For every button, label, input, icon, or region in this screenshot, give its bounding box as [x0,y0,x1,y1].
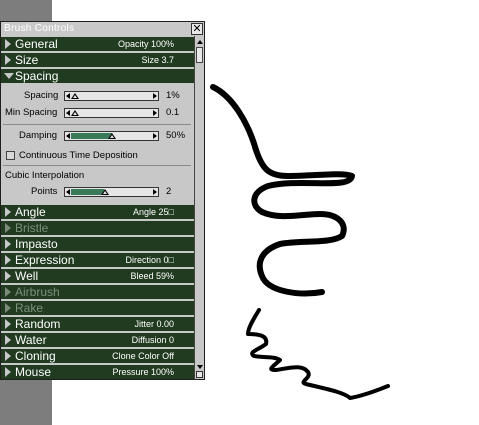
panel-title: Brush Controls [4,23,75,34]
slider-left-arrow-icon[interactable] [66,93,70,99]
section-mouse[interactable]: Mouse Pressure 100% [1,364,194,379]
section-value: Jitter 0.00 [134,319,174,329]
collapsed-arrow-icon [5,287,11,297]
points-slider[interactable] [64,187,159,197]
section-label: Angle [15,205,46,219]
brush-stroke-2 [246,308,390,400]
section-label: Cloning [15,349,56,363]
section-label: Impasto [15,237,58,251]
damping-value: 50% [166,130,186,141]
section-value: Angle 25□ [133,207,174,217]
section-label: Bristle [15,221,49,235]
section-size[interactable]: Size Size 3.7 [1,52,194,67]
slider-thumb-icon[interactable] [71,93,79,99]
slider-fill [71,133,112,139]
section-angle[interactable]: Angle Angle 25□ [1,204,194,219]
section-airbrush: Airbrush [1,284,194,299]
slider-left-arrow-icon[interactable] [66,110,70,116]
collapsed-arrow-icon [5,335,11,345]
brush-stroke-1 [210,84,355,297]
section-well[interactable]: Well Bleed 59% [1,268,194,283]
damping-label: Damping [19,130,58,141]
expanded-arrow-icon [4,73,14,79]
collapsed-arrow-icon [5,351,11,361]
collapsed-arrow-icon [5,207,11,217]
brush-controls-panel: Brush Controls ✕ General Opacity 100% Si… [0,21,205,380]
slider-right-arrow-icon[interactable] [153,189,157,195]
section-value: Opacity 100% [117,39,174,49]
min-spacing-label: Min Spacing [5,107,58,118]
spacing-label: Spacing [24,90,59,101]
divider [3,165,191,166]
scroll-thumb[interactable] [196,47,203,63]
section-value: Bleed 59% [130,271,174,281]
section-label: Rake [15,301,44,315]
scroll-up-arrow-icon[interactable] [197,40,203,44]
collapsed-arrow-icon [5,367,11,377]
section-value: Diffusion 0 [131,335,174,345]
spacing-slider[interactable] [64,91,159,101]
section-value: Clone Color Off [112,351,174,361]
section-label: Water [15,333,47,347]
min-spacing-slider[interactable] [64,108,159,118]
min-spacing-value: 0.1 [166,107,180,118]
collapsed-arrow-icon [5,55,11,65]
slider-right-arrow-icon[interactable] [153,93,157,99]
slider-left-arrow-icon[interactable] [66,189,70,195]
section-general[interactable]: General Opacity 100% [1,36,194,51]
panel-titlebar[interactable]: Brush Controls ✕ [1,22,204,36]
resize-handle[interactable] [196,371,203,378]
continuous-time-deposition-label: Continuous Time Deposition [19,150,138,161]
slider-thumb-icon[interactable] [108,133,116,139]
collapsed-arrow-icon [5,39,11,49]
section-value: Pressure 100% [112,367,174,377]
section-label: Random [15,317,61,331]
scroll-down-arrow-icon[interactable] [197,365,203,369]
section-water[interactable]: Water Diffusion 0 [1,332,194,347]
slider-thumb-icon[interactable] [71,110,79,116]
collapsed-arrow-icon [5,303,11,313]
points-value: 2 [166,186,172,197]
close-button[interactable]: ✕ [191,23,203,35]
section-label: Mouse [15,365,52,379]
section-label: Spacing [15,69,59,83]
slider-left-arrow-icon[interactable] [66,133,70,139]
slider-fill [71,189,104,195]
section-impasto[interactable]: Impasto [1,236,194,251]
section-label: Airbrush [15,285,60,299]
collapsed-arrow-icon [5,271,11,281]
panel-content: General Opacity 100% Size Size 3.7 Spaci… [1,36,194,379]
section-value: Size 3.7 [141,55,174,65]
collapsed-arrow-icon [5,223,11,233]
slider-right-arrow-icon[interactable] [153,110,157,116]
cubic-interpolation-label: Cubic Interpolation [5,170,85,181]
slider-thumb-icon[interactable] [101,189,109,195]
divider [3,124,191,125]
collapsed-arrow-icon [5,319,11,329]
section-expression[interactable]: Expression Direction 0□ [1,252,194,267]
section-value: Direction 0□ [125,255,174,265]
spacing-value: 1% [166,90,180,101]
section-label: General [15,37,58,51]
continuous-time-deposition-checkbox[interactable] [6,151,15,160]
collapsed-arrow-icon [5,255,11,265]
section-label: Well [15,269,39,283]
section-bristle: Bristle [1,220,194,235]
section-label: Expression [15,253,75,267]
collapsed-arrow-icon [5,239,11,249]
section-rake: Rake [1,300,194,315]
damping-slider[interactable] [64,131,159,141]
section-random[interactable]: Random Jitter 0.00 [1,316,194,331]
section-spacing[interactable]: Spacing [1,68,194,83]
slider-right-arrow-icon[interactable] [153,133,157,139]
points-label: Points [31,186,58,197]
section-label: Size [15,53,39,67]
section-cloning[interactable]: Cloning Clone Color Off [1,348,194,363]
panel-scrollbar[interactable] [194,36,204,379]
